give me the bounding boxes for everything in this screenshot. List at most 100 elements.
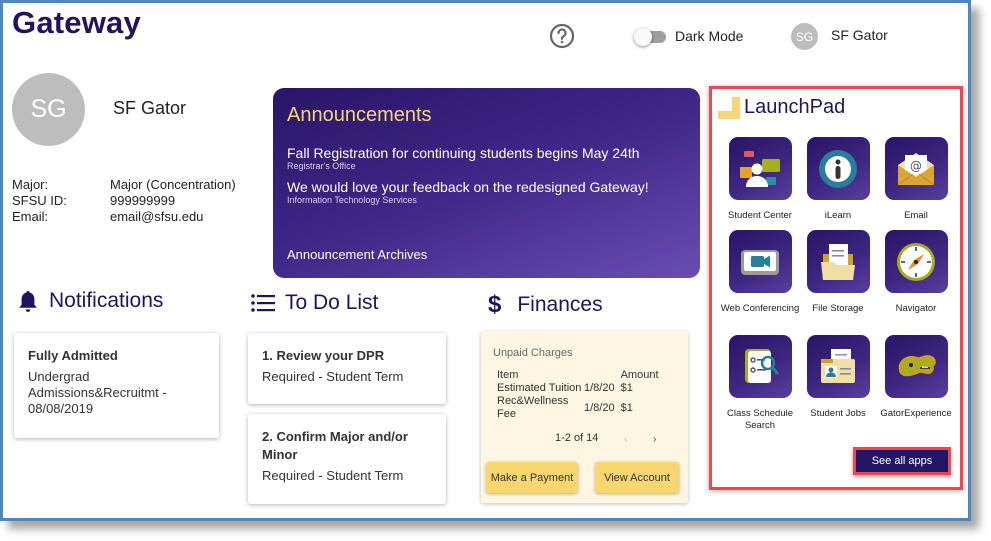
student-center-icon (740, 150, 780, 187)
launchpad-panel: LaunchPad Student Center iLearn @ Email … (709, 86, 963, 490)
app-student-jobs[interactable]: Student Jobs (798, 335, 878, 420)
app-label: GatorExperience (880, 408, 952, 419)
dollar-icon: $ (488, 291, 502, 318)
notification-card[interactable]: Fully Admitted Undergrad Admissions&Recr… (14, 333, 219, 438)
app-email[interactable]: @ Email (876, 137, 956, 222)
icon-box (884, 335, 948, 398)
charge-amount: $1 (620, 401, 633, 414)
view-account-button[interactable]: View Account (595, 462, 679, 493)
notification-title: Fully Admitted (28, 348, 118, 363)
icon-box (728, 137, 792, 200)
icon-box (884, 230, 948, 293)
user-menu-avatar[interactable]: SG (791, 23, 818, 50)
app-web-conferencing[interactable]: Web Conferencing (720, 230, 800, 315)
pager-prev-button[interactable]: ‹ (624, 434, 627, 445)
app-title: Gateway (12, 5, 141, 40)
charge-item: Estimated Tuition (497, 382, 582, 394)
charge-date: 1/8/20 (584, 401, 615, 414)
major-label: Major: (12, 177, 49, 192)
gator-experience-icon (898, 354, 936, 376)
profile-major-row: Major: Major (Concentration) (12, 177, 236, 193)
charge-item: Rec&Wellness Fee (497, 395, 569, 420)
sfsu-id-label: SFSU ID: (12, 193, 67, 208)
notifications-title: Notifications (49, 289, 164, 312)
svg-text:@: @ (910, 159, 922, 173)
app-file-storage[interactable]: File Storage (798, 230, 878, 315)
announcement-item[interactable]: Fall Registration for continuing student… (287, 146, 686, 172)
launchpad-title: LaunchPad (744, 96, 846, 118)
pager-next-button[interactable]: › (653, 434, 656, 445)
user-menu-name[interactable]: SF Gator (831, 27, 888, 43)
app-label: Navigator (895, 303, 937, 314)
make-payment-button[interactable]: Make a Payment (486, 462, 578, 493)
web-conferencing-icon (741, 249, 779, 275)
todo-item-body: Required - Student Term (262, 468, 404, 483)
icon-box (806, 137, 870, 200)
announcement-source: Information Technology Services (287, 195, 417, 205)
icon-box (806, 335, 870, 398)
app-label: Student Center (728, 210, 792, 221)
icon-box (728, 230, 792, 293)
gateway-window: Gateway Dark Mode SG SF Gator SG SF Gato… (0, 0, 971, 521)
col-item: Item (497, 369, 519, 381)
profile-info: Major: Major (Concentration) SFSU ID: 99… (12, 177, 236, 225)
dark-mode-label: Dark Mode (675, 28, 744, 44)
major-value: Major (Concentration) (110, 177, 236, 192)
announcement-title[interactable]: Fall Registration for continuing student… (287, 146, 686, 161)
charge-row: Rec&Wellness Fee 1/8/20 $1 (497, 395, 659, 421)
todo-card[interactable]: 1. Review your DPR Required - Student Te… (248, 333, 446, 404)
student-jobs-icon (821, 348, 855, 383)
announcement-title[interactable]: We would love your feedback on the redes… (287, 180, 686, 195)
launchpad-heading: LaunchPad (718, 96, 845, 119)
app-navigator[interactable]: Navigator (876, 230, 956, 315)
todo-item-title: 1. Review your DPR (262, 348, 385, 363)
help-icon[interactable] (549, 23, 575, 49)
profile-id-row: SFSU ID: 999999999 (12, 193, 236, 209)
class-schedule-search-icon (745, 348, 779, 383)
ilearn-icon (819, 149, 857, 188)
announcements-title: Announcements (287, 104, 432, 126)
announcement-archives-link[interactable]: Announcement Archives (287, 247, 427, 262)
see-all-apps-button[interactable]: See all apps (853, 447, 951, 475)
notifications-heading: Notifications (17, 289, 163, 313)
email-value: email@sfsu.edu (110, 209, 204, 224)
email-icon: @ (897, 152, 935, 185)
todo-card[interactable]: 2. Confirm Major and/or Minor Required -… (248, 414, 446, 504)
app-class-schedule-search[interactable]: Class Schedule Search (720, 335, 800, 432)
app-label: Web Conferencing (720, 303, 800, 314)
todo-title: To Do List (285, 291, 379, 314)
file-storage-icon (821, 243, 855, 280)
col-date (582, 369, 621, 382)
navigator-icon (897, 242, 935, 281)
charge-amount: $1 (620, 382, 633, 394)
todo-heading: To Do List (251, 291, 378, 315)
email-label: Email: (12, 209, 49, 224)
app-label: Class Schedule Search (726, 408, 793, 431)
todo-item-body: Required - Student Term (262, 369, 404, 384)
charges-header-row: Item Amount (497, 369, 659, 382)
profile-email-row: Email: email@sfsu.edu (12, 209, 236, 225)
icon-box: @ (884, 137, 948, 200)
announcement-item[interactable]: We would love your feedback on the redes… (287, 180, 686, 206)
announcement-source: Registrar's Office (287, 161, 356, 171)
launchpad-logo-icon (718, 96, 740, 119)
icon-box (806, 230, 870, 293)
profile-avatar: SG (12, 73, 85, 146)
charges-pager-status: 1-2 of 14 (555, 432, 599, 444)
app-gator-experience[interactable]: GatorExperience (876, 335, 956, 420)
col-amount: Amount (620, 369, 659, 381)
notification-body: Undergrad Admissions&Recruitmt - 08/08/2… (28, 369, 167, 416)
todo-item-title: 2. Confirm Major and/or Minor (262, 429, 408, 462)
toggle-knob (634, 28, 652, 46)
sfsu-id-value: 999999999 (110, 193, 176, 208)
dark-mode-toggle[interactable] (634, 28, 668, 46)
app-ilearn[interactable]: iLearn (798, 137, 878, 222)
app-student-center[interactable]: Student Center (720, 137, 800, 222)
charges-table: Item Amount Estimated Tuition 1/8/20 $1 … (497, 369, 659, 421)
finances-heading: $ Finances (488, 291, 603, 319)
finances-title: Finances (517, 293, 603, 316)
charge-row: Estimated Tuition 1/8/20 $1 (497, 382, 659, 395)
unpaid-charges-caption: Unpaid Charges (493, 347, 573, 359)
app-label: File Storage (812, 303, 864, 314)
app-label: Email (904, 210, 928, 221)
